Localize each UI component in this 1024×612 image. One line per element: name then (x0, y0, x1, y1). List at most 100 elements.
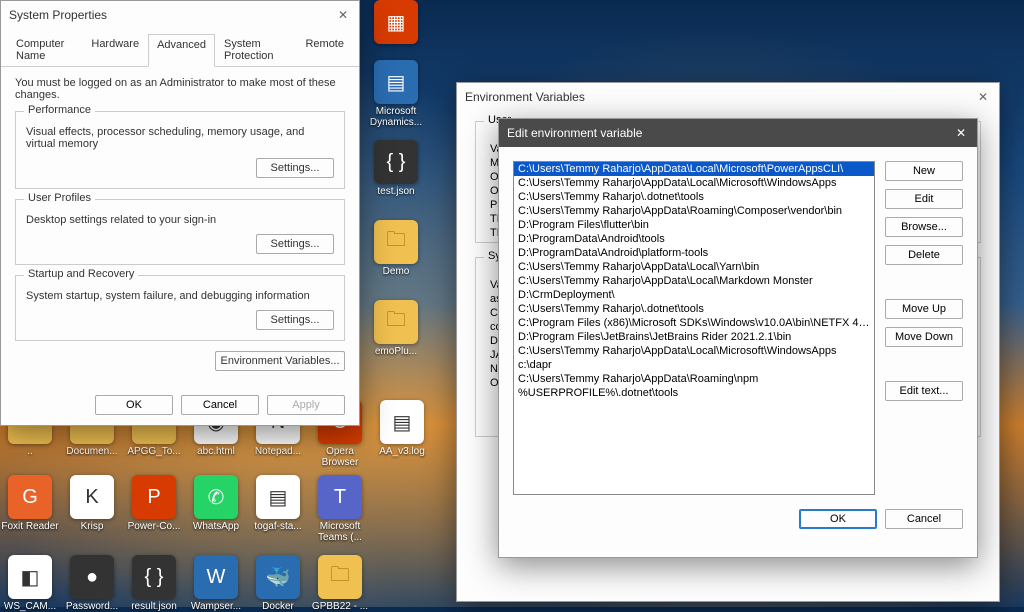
sysprops-apply-button: Apply (267, 395, 345, 415)
performance-settings-button[interactable]: Settings... (256, 158, 334, 178)
system-properties-title: System Properties (9, 8, 107, 22)
app-icon: G (8, 475, 52, 519)
editvar-ok-button[interactable]: OK (799, 509, 877, 529)
path-item[interactable]: C:\Users\Temmy Raharjo\AppData\Local\Mar… (514, 274, 874, 288)
path-item[interactable]: D:\ProgramData\Android\platform-tools (514, 246, 874, 260)
startup-settings-button[interactable]: Settings... (256, 310, 334, 330)
desktop-icon[interactable]: KKrisp (62, 475, 122, 532)
performance-desc: Visual effects, processor scheduling, me… (26, 126, 334, 150)
environment-variables-button[interactable]: Environment Variables... (215, 351, 345, 371)
icon-label: Microsoft Dynamics... (366, 106, 426, 128)
app-icon: P (132, 475, 176, 519)
tab-hardware[interactable]: Hardware (82, 33, 148, 66)
sysprops-cancel-button[interactable]: Cancel (181, 395, 259, 415)
path-item[interactable]: C:\Users\Temmy Raharjo\AppData\Roaming\n… (514, 372, 874, 386)
icon-label: .. (0, 446, 60, 457)
new-button[interactable]: New (885, 161, 963, 181)
user-profiles-settings-button[interactable]: Settings... (256, 234, 334, 254)
path-item[interactable]: C:\Users\Temmy Raharjo\.dotnet\tools (514, 190, 874, 204)
app-icon: 🗀 (374, 220, 418, 264)
desktop-icon[interactable]: { }test.json (366, 140, 426, 197)
edit-text-button[interactable]: Edit text... (885, 381, 963, 401)
icon-label: Documen... (62, 446, 122, 457)
desktop-icon[interactable]: 🗀GPBB22 - ... (310, 555, 370, 612)
icon-label: WhatsApp (186, 521, 246, 532)
path-item[interactable]: C:\Users\Temmy Raharjo\AppData\Local\Mic… (514, 162, 874, 176)
editvar-titlebar[interactable]: Edit environment variable ✕ (499, 119, 977, 147)
move-down-button[interactable]: Move Down (885, 327, 963, 347)
app-icon: ▦ (374, 0, 418, 44)
editvar-title: Edit environment variable (507, 126, 642, 140)
desktop-icon[interactable]: { }result.json (124, 555, 184, 612)
desktop-icon[interactable]: ▤Microsoft Dynamics... (366, 60, 426, 128)
app-icon: ◧ (8, 555, 52, 599)
path-item[interactable]: D:\CrmDeployment\ (514, 288, 874, 302)
app-icon: ▤ (374, 60, 418, 104)
desktop-icon[interactable]: ✆WhatsApp (186, 475, 246, 532)
path-item[interactable]: C:\Users\Temmy Raharjo\AppData\Local\Yar… (514, 260, 874, 274)
desktop-icon[interactable]: G Foxit Reader (0, 475, 60, 532)
path-item[interactable]: C:\Users\Temmy Raharjo\AppData\Local\Mic… (514, 176, 874, 190)
path-item[interactable]: D:\Program Files\flutter\bin (514, 218, 874, 232)
edit-environment-variable-window: Edit environment variable ✕ C:\Users\Tem… (498, 118, 978, 558)
user-profiles-desc: Desktop settings related to your sign-in (26, 214, 334, 226)
path-item[interactable]: C:\Users\Temmy Raharjo\AppData\Local\Mic… (514, 344, 874, 358)
user-profiles-group: User Profiles Desktop settings related t… (15, 199, 345, 265)
path-item[interactable]: C:\Program Files (x86)\Microsoft SDKs\Wi… (514, 316, 874, 330)
close-icon[interactable]: ✕ (973, 87, 993, 107)
tab-remote[interactable]: Remote (296, 33, 353, 66)
admin-note: You must be logged on as an Administrato… (15, 77, 345, 101)
path-item[interactable]: c:\dapr (514, 358, 874, 372)
app-icon: T (318, 475, 362, 519)
app-icon: { } (374, 140, 418, 184)
startup-recovery-label: Startup and Recovery (24, 268, 138, 280)
envvars-title: Environment Variables (465, 90, 585, 104)
path-item[interactable]: D:\ProgramData\Android\tools (514, 232, 874, 246)
icon-label: Microsoft Teams (... (310, 521, 370, 543)
desktop-icon[interactable]: ▤ togaf-sta... (248, 475, 308, 532)
app-icon: ● (70, 555, 114, 599)
close-icon[interactable]: ✕ (951, 123, 971, 143)
system-properties-window: System Properties ✕ Computer NameHardwar… (0, 0, 360, 426)
tab-computer-name[interactable]: Computer Name (7, 33, 82, 66)
desktop-icon[interactable]: ●Password... (62, 555, 122, 612)
desktop-icon[interactable]: 🐳Docker (248, 555, 308, 612)
path-item[interactable]: D:\Program Files\JetBrains\JetBrains Rid… (514, 330, 874, 344)
browse-button[interactable]: Browse... (885, 217, 963, 237)
icon-label: Foxit Reader (0, 521, 60, 532)
path-item[interactable]: C:\Users\Temmy Raharjo\AppData\Roaming\C… (514, 204, 874, 218)
desktop-icon[interactable]: ◧WS_CAM... (0, 555, 60, 612)
move-up-button[interactable]: Move Up (885, 299, 963, 319)
tab-system-protection[interactable]: System Protection (215, 33, 296, 66)
app-icon: { } (132, 555, 176, 599)
desktop-icon[interactable]: ▦ (366, 0, 426, 46)
envvars-titlebar[interactable]: Environment Variables ✕ (457, 83, 999, 111)
performance-label: Performance (24, 104, 95, 116)
desktop-icon[interactable]: 🗀Demo (366, 220, 426, 277)
edit-button[interactable]: Edit (885, 189, 963, 209)
app-icon: 🗀 (374, 300, 418, 344)
path-list[interactable]: C:\Users\Temmy Raharjo\AppData\Local\Mic… (513, 161, 875, 495)
close-icon[interactable]: ✕ (333, 5, 353, 25)
desktop-icon[interactable]: ▤ AA_v3.log (372, 400, 432, 457)
desktop-icon[interactable]: 🗀emoPlu... (366, 300, 426, 357)
delete-button[interactable]: Delete (885, 245, 963, 265)
desktop-icon[interactable]: TMicrosoft Teams (... (310, 475, 370, 543)
icon-label: Opera Browser (310, 446, 370, 468)
icon-label: AA_v3.log (372, 446, 432, 457)
path-item[interactable]: C:\Users\Temmy Raharjo\.dotnet\tools (514, 302, 874, 316)
tab-advanced[interactable]: Advanced (148, 34, 215, 67)
app-icon: ▤ (380, 400, 424, 444)
startup-recovery-group: Startup and Recovery System startup, sys… (15, 275, 345, 341)
desktop-icon[interactable]: PPower-Co... (124, 475, 184, 532)
app-icon: 🐳 (256, 555, 300, 599)
system-properties-titlebar[interactable]: System Properties ✕ (1, 1, 359, 29)
path-item[interactable]: %USERPROFILE%\.dotnet\tools (514, 386, 874, 400)
sysprops-ok-button[interactable]: OK (95, 395, 173, 415)
icon-label: togaf-sta... (248, 521, 308, 532)
app-icon: ▤ (256, 475, 300, 519)
desktop-icon[interactable]: WWampser... (186, 555, 246, 612)
performance-group: Performance Visual effects, processor sc… (15, 111, 345, 189)
app-icon: K (70, 475, 114, 519)
editvar-cancel-button[interactable]: Cancel (885, 509, 963, 529)
